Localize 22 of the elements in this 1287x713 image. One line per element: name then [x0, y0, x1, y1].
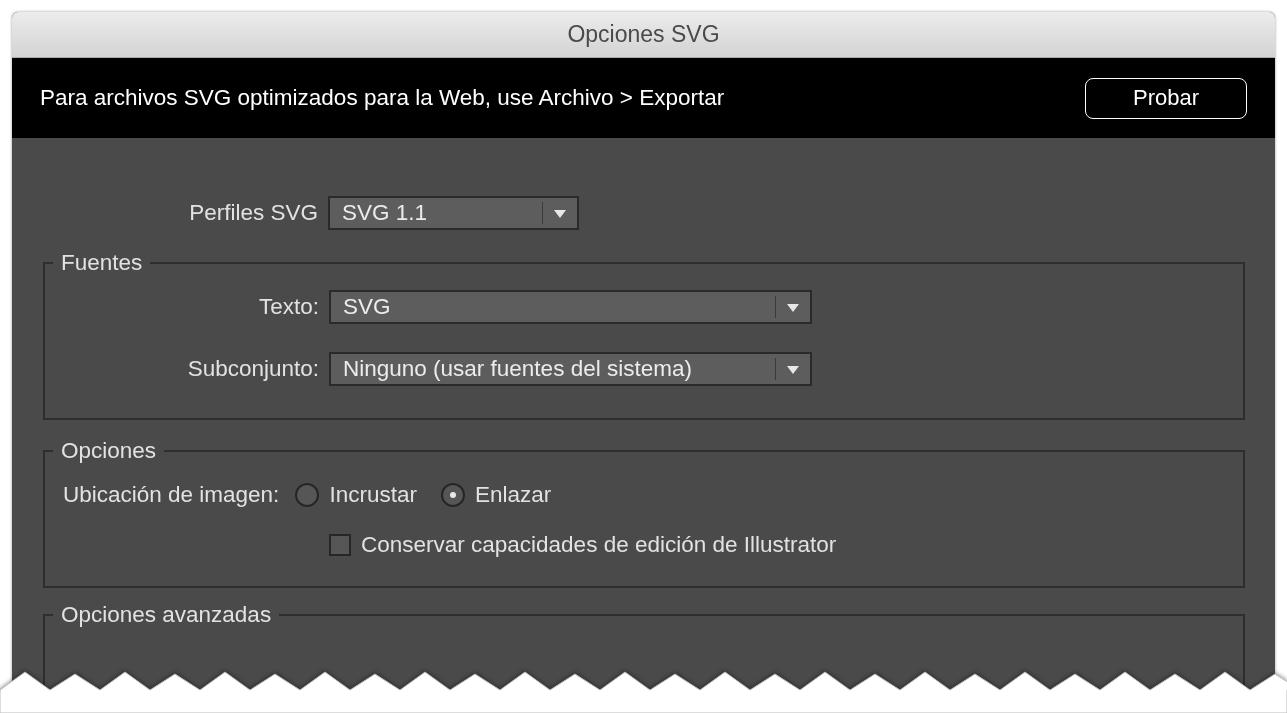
- window-title: Opciones SVG: [567, 21, 720, 48]
- radio-option[interactable]: Incrustar: [295, 482, 417, 508]
- checkbox-label: Conservar capacidades de edición de Illustrator: [361, 532, 837, 558]
- field-label: Texto:: [257, 294, 320, 320]
- dropdown[interactable]: Ninguno (usar fuentes del sistema): [329, 352, 812, 386]
- group-title: Opciones avanzadas: [60, 602, 273, 628]
- banner-message: Para archivos SVG optimizados para la Web, use Archivo > Exportar: [40, 85, 725, 111]
- caret-icon: [553, 209, 567, 219]
- field-label: Subconjunto:: [186, 356, 320, 382]
- group-title: Opciones: [60, 438, 158, 464]
- radio-button[interactable]: [440, 483, 465, 507]
- test-button[interactable]: Probar: [1085, 77, 1247, 119]
- field-label: Ubicación de imagen:: [62, 482, 281, 508]
- radio-option[interactable]: Enlazar: [440, 482, 552, 508]
- caret-icon: [786, 303, 800, 313]
- group-title: Fuentes: [60, 250, 144, 276]
- checkbox[interactable]: [329, 534, 351, 556]
- dropdown[interactable]: SVG: [329, 290, 812, 324]
- caret-icon: [786, 365, 800, 375]
- radio-button[interactable]: [295, 483, 320, 507]
- profile-dropdown[interactable]: SVG 1.1: [328, 196, 579, 230]
- field-label: Perfiles SVG: [188, 200, 319, 226]
